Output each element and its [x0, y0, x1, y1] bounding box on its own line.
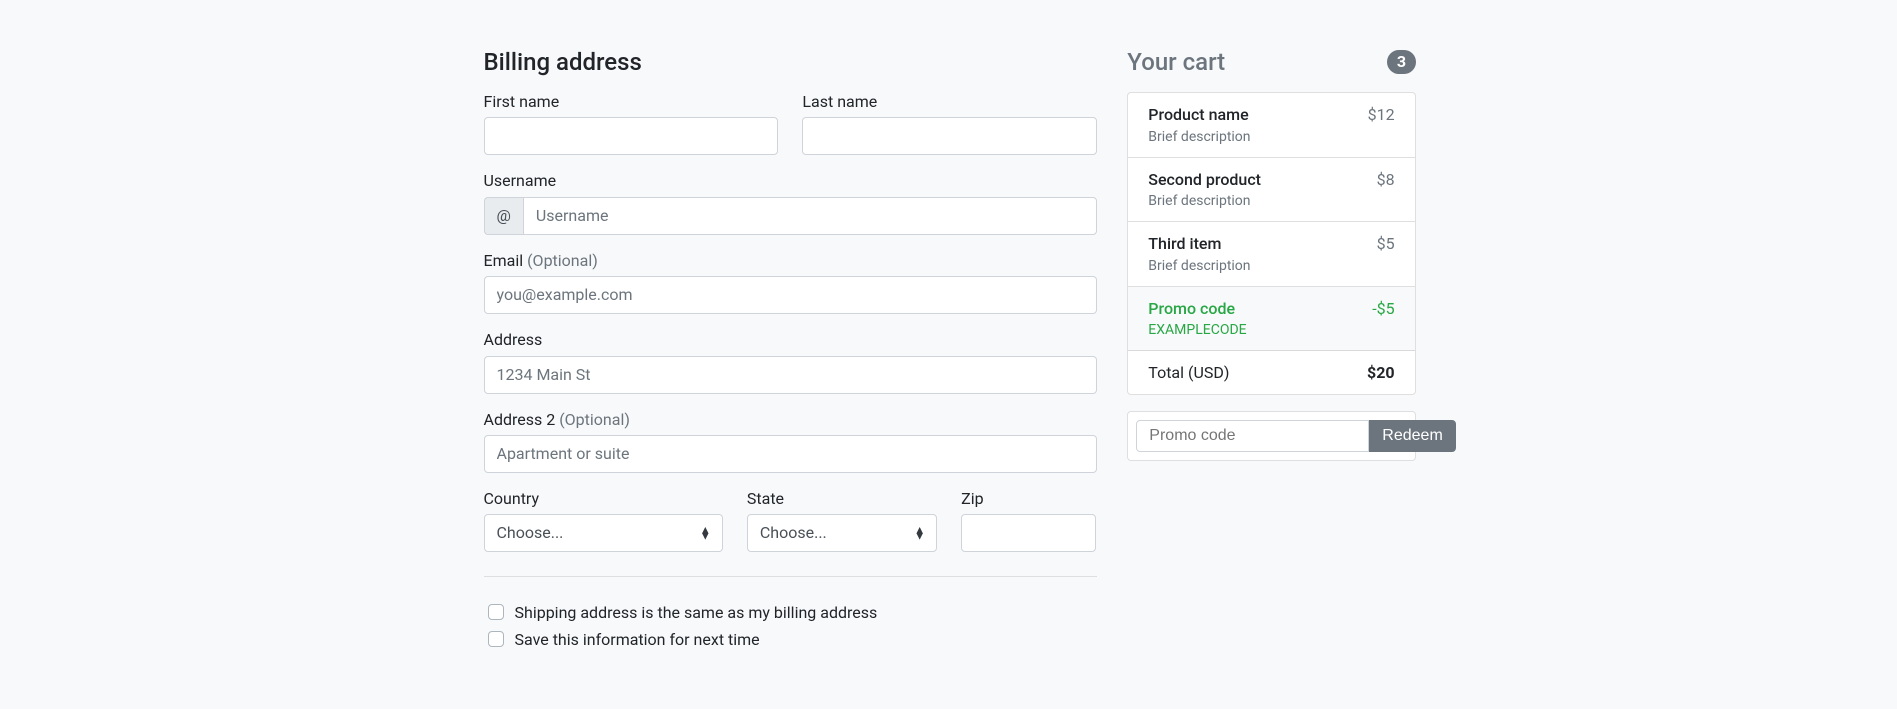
cart-list: Product name Brief description $12 Secon… — [1127, 92, 1415, 395]
cart-count-badge: 3 — [1387, 50, 1415, 74]
total-amount: $20 — [1367, 363, 1395, 382]
address-input[interactable] — [484, 356, 1098, 394]
last-name-input[interactable] — [802, 117, 1097, 155]
cart-item: Product name Brief description $12 — [1128, 93, 1414, 158]
address-label: Address — [484, 330, 1098, 349]
address2-input[interactable] — [484, 435, 1098, 473]
cart-item-name: Third item — [1148, 234, 1250, 253]
cart-item-price: $5 — [1377, 234, 1395, 253]
total-label: Total (USD) — [1148, 363, 1229, 382]
address2-label-text: Address 2 — [484, 410, 556, 429]
email-input[interactable] — [484, 276, 1098, 314]
cart-item-name: Second product — [1148, 170, 1261, 189]
country-select[interactable] — [484, 514, 723, 552]
cart-heading: Your cart — [1127, 48, 1225, 76]
username-input[interactable] — [523, 197, 1097, 235]
email-optional-text: (Optional) — [527, 251, 598, 270]
last-name-label: Last name — [802, 92, 1097, 111]
country-label: Country — [484, 489, 723, 508]
zip-label: Zip — [961, 489, 1096, 508]
address2-optional-text: (Optional) — [559, 410, 630, 429]
cart-item-price: $12 — [1368, 105, 1395, 124]
username-prefix: @ — [484, 197, 523, 235]
cart-item-name: Product name — [1148, 105, 1250, 124]
cart-item: Third item Brief description $5 — [1128, 222, 1414, 287]
email-label: Email (Optional) — [484, 251, 1098, 270]
promo-title: Promo code — [1148, 299, 1246, 318]
same-address-checkbox[interactable] — [488, 604, 504, 620]
billing-section: Billing address First name Last name Use… — [484, 48, 1098, 655]
username-label: Username — [484, 171, 1098, 190]
zip-input[interactable] — [961, 514, 1096, 552]
save-info-label[interactable]: Save this information for next time — [515, 630, 760, 649]
cart-item-desc: Brief description — [1148, 193, 1250, 209]
promo-code: EXAMPLECODE — [1148, 322, 1246, 338]
same-address-label[interactable]: Shipping address is the same as my billi… — [515, 603, 878, 622]
address2-label: Address 2 (Optional) — [484, 410, 1098, 429]
cart-section: Your cart 3 Product name Brief descripti… — [1127, 48, 1415, 655]
cart-promo: Promo code EXAMPLECODE -$5 — [1128, 287, 1414, 352]
promo-amount: -$5 — [1372, 299, 1394, 318]
billing-heading: Billing address — [484, 48, 1098, 76]
redeem-button[interactable]: Redeem — [1369, 420, 1455, 452]
cart-total: Total (USD) $20 — [1128, 351, 1414, 394]
cart-item-desc: Brief description — [1148, 129, 1250, 145]
divider — [484, 576, 1098, 577]
cart-item-desc: Brief description — [1148, 258, 1250, 274]
email-label-text: Email — [484, 251, 524, 270]
save-info-checkbox[interactable] — [488, 631, 504, 647]
first-name-input[interactable] — [484, 117, 779, 155]
first-name-label: First name — [484, 92, 779, 111]
state-label: State — [747, 489, 937, 508]
cart-item: Second product Brief description $8 — [1128, 158, 1414, 223]
promo-input[interactable] — [1136, 420, 1369, 452]
state-select[interactable] — [747, 514, 937, 552]
cart-item-price: $8 — [1377, 170, 1395, 189]
promo-form: Redeem — [1127, 411, 1415, 461]
